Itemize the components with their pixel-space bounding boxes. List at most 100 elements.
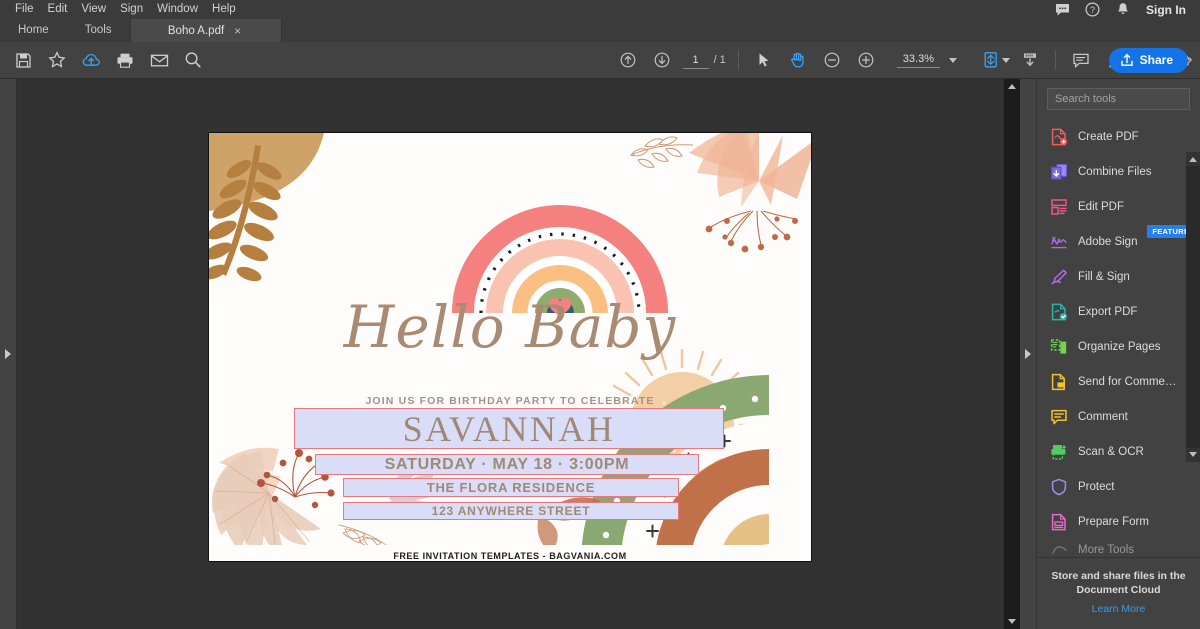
chevron-down-icon[interactable] — [949, 57, 957, 63]
hand-tool-icon[interactable] — [783, 45, 813, 75]
document-cloud-promo: Store and share files in the Document Cl… — [1037, 556, 1200, 629]
tool-label: Combine Files — [1078, 165, 1152, 178]
tools-panel: Create PDF Combine Files Edit PDF — [1036, 79, 1200, 629]
invitation-credit: FREE INVITATION TEMPLATES - BAGVANIA.COM — [393, 551, 627, 561]
form-field-address[interactable]: 123 ANYWHERE STREET — [343, 502, 679, 520]
share-button[interactable]: Share — [1108, 47, 1188, 73]
window-top-right-actions: ? Sign In — [1054, 0, 1200, 19]
chevron-down-icon — [1189, 452, 1197, 458]
help-icon[interactable]: ? — [1084, 1, 1101, 18]
tool-item-prepare-form[interactable]: Prepare Form — [1037, 504, 1200, 539]
tool-label: Edit PDF — [1078, 200, 1125, 213]
scroll-up-button[interactable] — [1003, 79, 1020, 94]
menu-bar: File Edit View Sign Window Help ? Sign I… — [0, 0, 1200, 19]
search-icon[interactable] — [178, 45, 208, 75]
prepare-form-icon — [1049, 512, 1068, 531]
form-field-date[interactable]: SATURDAY · MAY 18 · 3:00PM — [315, 454, 699, 475]
cloud-upload-icon[interactable] — [76, 45, 106, 75]
document-vertical-scrollbar[interactable] — [1003, 79, 1020, 629]
send-for-comments-icon — [1049, 372, 1068, 391]
tool-item-edit-pdf[interactable]: Edit PDF — [1037, 189, 1200, 224]
scroll-mode-icon[interactable] — [1015, 45, 1045, 75]
email-icon[interactable] — [144, 45, 174, 75]
zoom-in-icon[interactable] — [851, 45, 881, 75]
menu-file[interactable]: File — [8, 0, 41, 19]
tab-home[interactable]: Home — [0, 19, 67, 42]
main-toolbar: / 1 33.3% — [0, 42, 1200, 79]
tools-scroll-up-button[interactable] — [1186, 152, 1200, 166]
tab-tools[interactable]: Tools — [67, 19, 130, 42]
pdf-page-wrapper: Hello Baby JOIN US FOR BIRTHDAY PARTY TO… — [209, 133, 811, 561]
tool-item-more-tools[interactable]: More Tools — [1037, 539, 1200, 557]
tools-list: Create PDF Combine Files Edit PDF Adobe … — [1037, 117, 1200, 557]
fit-page-icon[interactable] — [981, 45, 1011, 75]
menu-view[interactable]: View — [74, 0, 113, 19]
toolbar-file-group — [0, 45, 210, 75]
left-panel-expand-button[interactable] — [0, 79, 17, 629]
scroll-down-button[interactable] — [1003, 614, 1020, 629]
tool-label: Adobe Sign — [1078, 235, 1138, 248]
tool-item-send-for-comments[interactable]: Send for Comme… — [1037, 364, 1200, 399]
menu-window[interactable]: Window — [150, 0, 205, 19]
chevron-down-icon[interactable] — [1002, 57, 1010, 63]
page-total-label: / 1 — [713, 54, 726, 66]
tool-item-export-pdf[interactable]: Export PDF — [1037, 294, 1200, 329]
chevron-right-icon — [5, 349, 11, 359]
promo-title: Store and share files in the Document Cl… — [1051, 569, 1186, 596]
tool-label: Fill & Sign — [1078, 270, 1130, 283]
comment-icon[interactable] — [1066, 45, 1096, 75]
document-viewport[interactable]: Hello Baby JOIN US FOR BIRTHDAY PARTY TO… — [17, 79, 1003, 629]
tool-item-fill-and-sign[interactable]: Fill & Sign — [1037, 259, 1200, 294]
tool-label: More Tools — [1078, 544, 1135, 556]
tool-item-adobe-sign[interactable]: Adobe Sign FEATURED — [1037, 224, 1200, 259]
zoom-control[interactable]: 33.3% — [896, 52, 957, 68]
protect-icon — [1049, 477, 1068, 496]
form-field-name[interactable]: SAVANNAH — [294, 408, 724, 449]
right-panel-collapse-button[interactable] — [1019, 79, 1036, 629]
search-tools-input[interactable] — [1047, 88, 1190, 110]
zoom-out-icon[interactable] — [817, 45, 847, 75]
toolbar-divider — [1055, 50, 1056, 70]
invitation-heading: Hello Baby — [343, 293, 677, 361]
form-field-venue[interactable]: THE FLORA RESIDENCE — [343, 478, 679, 497]
tool-item-comment[interactable]: Comment — [1037, 399, 1200, 434]
share-button-label: Share — [1139, 53, 1173, 67]
export-pdf-icon — [1049, 302, 1068, 321]
adobe-sign-icon — [1049, 232, 1068, 251]
tool-item-protect[interactable]: Protect — [1037, 469, 1200, 504]
page-number-input[interactable] — [682, 51, 709, 69]
tool-label: Create PDF — [1078, 130, 1139, 143]
tool-label: Prepare Form — [1078, 515, 1149, 528]
more-tools-icon — [1049, 541, 1068, 557]
pdf-page[interactable]: Hello Baby JOIN US FOR BIRTHDAY PARTY TO… — [209, 133, 811, 561]
next-page-icon[interactable] — [647, 45, 677, 75]
menu-sign[interactable]: Sign — [113, 0, 150, 19]
create-pdf-icon — [1049, 127, 1068, 146]
form-field-venue-value: THE FLORA RESIDENCE — [426, 480, 596, 495]
menu-help[interactable]: Help — [205, 0, 243, 19]
scrollbar-track[interactable] — [1003, 94, 1020, 614]
learn-more-link[interactable]: Learn More — [1049, 603, 1188, 615]
tools-panel-scrollbar[interactable] — [1186, 152, 1200, 462]
tool-item-scan-and-ocr[interactable]: Scan & OCR — [1037, 434, 1200, 469]
chat-icon[interactable] — [1054, 1, 1071, 18]
close-icon[interactable]: × — [232, 25, 243, 37]
sign-in-button[interactable]: Sign In — [1144, 3, 1186, 17]
tools-scroll-down-button[interactable] — [1186, 447, 1200, 462]
toolbar-view-group: 33.3% — [747, 45, 957, 75]
bell-icon[interactable] — [1114, 1, 1131, 18]
chevron-up-icon — [1189, 156, 1197, 162]
tab-bar: Home Tools Boho A.pdf × — [0, 19, 1200, 42]
tool-item-combine-files[interactable]: Combine Files — [1037, 154, 1200, 189]
zoom-level-value[interactable]: 33.3% — [896, 52, 940, 68]
tab-document-boho-a-pdf[interactable]: Boho A.pdf × — [129, 19, 282, 42]
select-cursor-icon[interactable] — [749, 45, 779, 75]
menu-edit[interactable]: Edit — [41, 0, 75, 19]
tool-item-organize-pages[interactable]: Organize Pages — [1037, 329, 1200, 364]
print-icon[interactable] — [110, 45, 140, 75]
tool-item-create-pdf[interactable]: Create PDF — [1037, 119, 1200, 154]
star-icon[interactable] — [42, 45, 72, 75]
toolbar-divider — [737, 50, 739, 70]
previous-page-icon[interactable] — [613, 45, 643, 75]
save-icon[interactable] — [8, 45, 38, 75]
